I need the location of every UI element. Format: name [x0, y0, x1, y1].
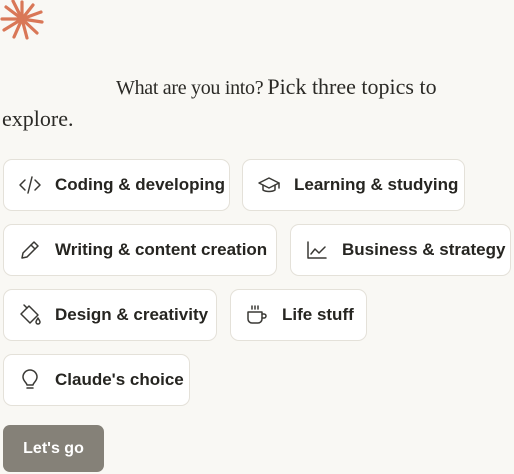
- topic-learning[interactable]: Learning & studying: [242, 159, 465, 211]
- graduation-cap-icon: [257, 173, 281, 197]
- lets-go-button[interactable]: Let's go: [3, 425, 104, 472]
- lightbulb-icon: [18, 368, 42, 392]
- starburst-icon: [0, 0, 44, 40]
- topic-claudes-choice[interactable]: Claude's choice: [3, 354, 190, 406]
- code-icon: [18, 173, 42, 197]
- topic-label: Business & strategy: [342, 240, 506, 259]
- topic-label: Claude's choice: [55, 370, 184, 389]
- paint-bucket-icon: [18, 303, 42, 327]
- heading-lead: What are you into?: [116, 77, 264, 99]
- topic-label: Life stuff: [282, 305, 354, 324]
- topic-business[interactable]: Business & strategy: [290, 224, 511, 276]
- topic-life[interactable]: Life stuff: [230, 289, 367, 341]
- topic-label: Coding & developing: [55, 175, 225, 194]
- topic-label: Writing & content creation: [55, 240, 268, 259]
- topic-coding[interactable]: Coding & developing: [3, 159, 230, 211]
- topic-design[interactable]: Design & creativity: [3, 289, 217, 341]
- coffee-cup-icon: [245, 303, 269, 327]
- topic-writing[interactable]: Writing & content creation: [3, 224, 277, 276]
- topic-label: Design & creativity: [55, 305, 209, 324]
- line-chart-icon: [305, 238, 329, 262]
- topic-label: Learning & studying: [294, 175, 459, 194]
- page-heading: What are you into? Pick three topics to …: [2, 72, 502, 136]
- pencil-icon: [18, 238, 42, 262]
